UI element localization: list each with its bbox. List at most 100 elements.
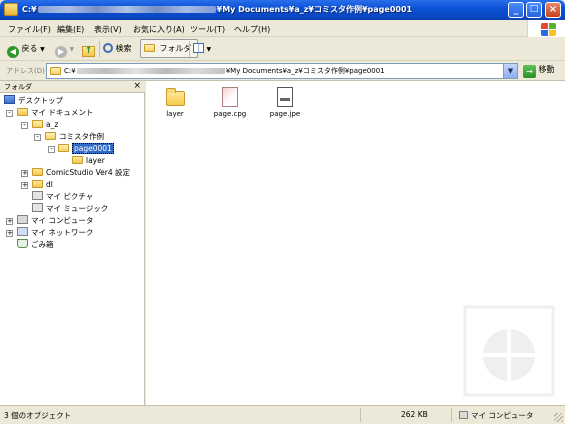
status-bar: 3 個のオブジェクト 262 KB マイ コンピュータ xyxy=(0,405,565,424)
file-list-pane[interactable]: layer page.cpg page.jpe xyxy=(146,81,565,405)
minimize-button[interactable]: _ xyxy=(508,2,524,18)
tree-item-page0001[interactable]: page0001 xyxy=(58,143,114,155)
status-divider xyxy=(360,408,361,422)
toolbar: ◀ 戻る ▼ ▶ ▼ ↑ 検索 フォルダ ▼ xyxy=(0,37,565,61)
folder-icon xyxy=(72,156,83,164)
expand-icon[interactable]: + xyxy=(6,218,13,225)
redacted-path-segment xyxy=(37,6,216,13)
address-bar: アドレス(D) C:¥ ¥My Documents¥a_z¥コミスタ作例¥page… xyxy=(0,61,565,81)
address-input[interactable]: C:¥ ¥My Documents¥a_z¥コミスタ作例¥page0001 ▼ xyxy=(46,63,518,79)
toolbar-separator xyxy=(99,41,100,57)
views-button[interactable]: ▼ xyxy=(193,40,211,58)
status-location: マイ コンピュータ xyxy=(459,410,533,421)
go-arrow-icon: → xyxy=(523,65,536,78)
chevron-down-icon: ▼ xyxy=(69,46,75,53)
tree-label: ごみ箱 xyxy=(31,240,54,249)
tree-item-comicstudio-settings[interactable]: ComicStudio Ver4 設定 xyxy=(32,167,130,179)
my-pictures-icon xyxy=(32,191,43,200)
expand-icon[interactable]: + xyxy=(21,182,28,189)
chevron-down-icon: ▼ xyxy=(206,46,212,53)
tree-label: マイ ミュージック xyxy=(46,204,109,213)
folders-icon xyxy=(144,44,155,52)
folder-icon xyxy=(32,168,43,176)
windows-watermark-icon xyxy=(463,305,555,397)
forward-arrow-icon: ▶ xyxy=(55,46,67,58)
folder-open-icon xyxy=(32,120,43,128)
address-dropdown-button[interactable]: ▼ xyxy=(503,64,517,78)
title-bar[interactable]: C:¥ ¥My Documents¥a_z¥コミスタ作例¥page0001 _ □… xyxy=(0,0,565,20)
tree-label: デスクトップ xyxy=(18,96,63,105)
status-object-count: 3 個のオブジェクト xyxy=(4,411,72,420)
tree-label: マイ ネットワーク xyxy=(31,228,94,237)
menu-file[interactable]: ファイル(F) xyxy=(8,24,51,35)
tree-label: マイ コンピュータ xyxy=(31,216,94,225)
search-button[interactable]: 検索 xyxy=(103,40,132,58)
maximize-button[interactable]: □ xyxy=(526,2,542,18)
tree-item-comista-examples[interactable]: コミスタ作例 xyxy=(45,131,104,143)
tree-item-a-z[interactable]: a_z xyxy=(32,119,58,131)
window-title-prefix: C:¥ xyxy=(22,5,37,14)
folder-pane-close-button[interactable]: × xyxy=(133,81,141,92)
chevron-down-icon: ▼ xyxy=(40,46,45,53)
address-label: アドレス(D) xyxy=(6,67,45,75)
file-name: layer xyxy=(166,110,184,118)
search-icon xyxy=(103,43,113,53)
toolbar-separator xyxy=(189,41,190,57)
recycle-bin-icon xyxy=(17,239,28,248)
tree-item-dl[interactable]: dl xyxy=(32,179,53,191)
expand-icon[interactable]: + xyxy=(6,230,13,237)
tree-label: ComicStudio Ver4 設定 xyxy=(46,168,131,177)
tree-item-my-documents[interactable]: マイ ドキュメント xyxy=(17,107,93,119)
menu-bar: ファイル(F) 編集(E) 表示(V) お気に入り(A) ツール(T) ヘルプ(… xyxy=(0,20,565,37)
expand-icon[interactable]: + xyxy=(21,170,28,177)
up-folder-button[interactable]: ↑ xyxy=(82,40,95,58)
menu-tools[interactable]: ツール(T) xyxy=(190,24,225,35)
status-location-label: マイ コンピュータ xyxy=(471,411,534,420)
menu-edit[interactable]: 編集(E) xyxy=(57,24,84,35)
file-item-layer[interactable]: layer xyxy=(153,87,197,118)
status-divider xyxy=(451,408,452,422)
tree-label: a_z xyxy=(46,120,59,129)
close-button[interactable]: × xyxy=(545,2,561,18)
folder-icon xyxy=(165,88,185,106)
file-item-page-jpe[interactable]: page.jpe xyxy=(263,87,307,118)
menu-help[interactable]: ヘルプ(H) xyxy=(234,24,270,35)
tree-item-my-computer[interactable]: マイ コンピュータ xyxy=(17,215,93,227)
my-computer-icon xyxy=(459,411,468,419)
collapse-icon[interactable]: - xyxy=(6,110,13,117)
windows-logo-icon xyxy=(527,20,565,37)
my-documents-icon xyxy=(17,108,28,116)
collapse-icon[interactable]: - xyxy=(21,122,28,129)
tree-item-my-music[interactable]: マイ ミュージック xyxy=(32,203,108,215)
file-item-page-cpg[interactable]: page.cpg xyxy=(208,87,252,118)
tree-item-layer[interactable]: layer xyxy=(72,155,105,167)
tree-label-selected: page0001 xyxy=(72,143,114,154)
tree-item-my-pictures[interactable]: マイ ピクチャ xyxy=(32,191,93,203)
my-computer-icon xyxy=(17,215,28,224)
window-title: C:¥ ¥My Documents¥a_z¥コミスタ作例¥page0001 xyxy=(22,4,412,15)
folder-tree-pane: フォルダ × デスクトップ - マイ ドキュメント - a_z - コミスタ作例… xyxy=(0,81,145,405)
resize-grip[interactable] xyxy=(554,413,563,422)
tree-item-recycle-bin[interactable]: ごみ箱 xyxy=(17,239,54,251)
back-button[interactable]: ◀ 戻る ▼ xyxy=(7,40,45,58)
my-network-icon xyxy=(17,227,28,236)
address-path: C:¥ ¥My Documents¥a_z¥コミスタ作例¥page0001 xyxy=(64,66,385,76)
jpeg-badge xyxy=(280,98,290,101)
folder-icon xyxy=(50,67,61,75)
tree-label: マイ ドキュメント xyxy=(31,108,94,117)
my-music-icon xyxy=(32,203,43,212)
file-name: page.cpg xyxy=(213,110,247,118)
collapse-icon[interactable]: - xyxy=(48,146,55,153)
tree-item-desktop[interactable]: デスクトップ xyxy=(4,95,63,107)
forward-button[interactable]: ▶ ▼ xyxy=(55,40,74,58)
redacted-path-segment xyxy=(76,68,225,74)
menu-favorites[interactable]: お気に入り(A) xyxy=(133,24,185,35)
folder-open-icon xyxy=(58,144,69,152)
tree-item-my-network[interactable]: マイ ネットワーク xyxy=(17,227,93,239)
back-arrow-icon: ◀ xyxy=(7,46,19,58)
menu-view[interactable]: 表示(V) xyxy=(94,24,122,35)
go-button[interactable]: → 移動 xyxy=(523,64,555,78)
views-icon xyxy=(193,43,204,53)
address-path-suffix: ¥My Documents¥a_z¥コミスタ作例¥page0001 xyxy=(225,67,385,75)
collapse-icon[interactable]: - xyxy=(34,134,41,141)
